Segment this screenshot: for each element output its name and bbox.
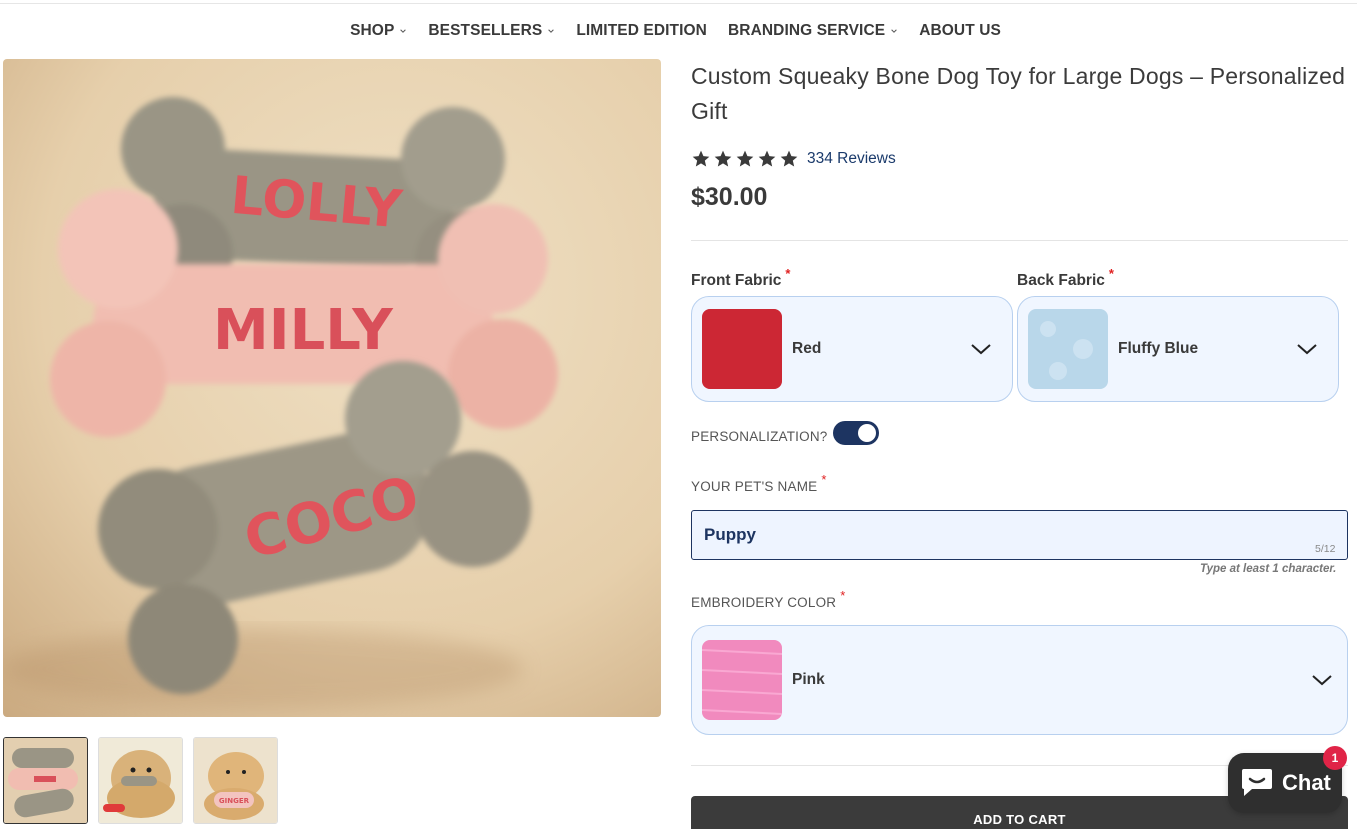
info-divider <box>691 240 1348 241</box>
product-info: Custom Squeaky Bone Dog Toy for Large Do… <box>691 59 1348 212</box>
personalization-label: PERSONALIZATION? <box>691 429 828 444</box>
pink-thread-swatch <box>702 640 782 720</box>
required-mark: * <box>840 588 846 603</box>
chevron-down-icon <box>971 344 991 355</box>
reviews-link[interactable]: 334 Reviews <box>807 150 896 168</box>
chat-bubble-icon <box>1242 769 1272 796</box>
thumbnail-dog-image <box>99 738 182 823</box>
thumbnail-bone-text: GINGER <box>219 797 250 805</box>
red-fabric-swatch <box>702 309 782 389</box>
nav-bestsellers[interactable]: BESTSELLERS <box>428 20 555 42</box>
star-icon <box>736 150 754 167</box>
embroidery-color-label-text: EMBROIDERY COLOR <box>691 595 837 610</box>
fluffy-blue-fabric-swatch <box>1028 309 1108 389</box>
star-icon <box>692 150 710 167</box>
front-fabric-label: Front Fabric * <box>691 266 790 290</box>
required-mark: * <box>821 472 827 487</box>
pet-name-label-text: YOUR PET'S NAME <box>691 479 818 494</box>
chevron-down-icon <box>548 29 555 33</box>
personalization-toggle[interactable] <box>833 421 879 445</box>
embroidery-color-select[interactable]: Pink <box>691 625 1348 735</box>
bone-text-milly: MILLY <box>213 298 394 363</box>
toggle-knob <box>858 424 876 442</box>
nav-about-us-label: ABOUT US <box>919 22 1001 39</box>
nav-about-us[interactable]: ABOUT US <box>919 20 1001 42</box>
nav-branding-service[interactable]: BRANDING SERVICE <box>728 20 898 42</box>
product-rating: 334 Reviews <box>691 149 1348 169</box>
thumbnail-puppy-image: GINGER <box>194 738 277 823</box>
star-icon <box>714 150 732 167</box>
product-main-image[interactable]: LOLLY MILLY COCO <box>3 59 661 717</box>
pet-name-hint: Type at least 1 character. <box>1200 563 1337 575</box>
nav-shop[interactable]: SHOP <box>350 20 407 42</box>
thumbnail-3[interactable]: GINGER <box>193 737 278 824</box>
chevron-down-icon <box>1297 344 1317 355</box>
chat-notification-badge: 1 <box>1323 746 1347 770</box>
pet-name-input[interactable] <box>691 510 1348 560</box>
required-mark: * <box>1108 266 1114 281</box>
embroidery-color-value: Pink <box>792 671 825 688</box>
main-nav: SHOP BESTSELLERS LIMITED EDITION BRANDIN… <box>0 20 1357 42</box>
top-divider <box>0 3 1357 4</box>
thumbnail-1[interactable] <box>3 737 88 824</box>
required-mark: * <box>785 266 791 281</box>
embroidery-color-label: EMBROIDERY COLOR * <box>691 588 846 610</box>
bone-toys-photo: LOLLY MILLY COCO <box>3 59 661 717</box>
chat-label: Chat <box>1282 770 1331 795</box>
front-fabric-value: Red <box>792 340 822 357</box>
chevron-down-icon <box>891 29 897 33</box>
back-fabric-label: Back Fabric * <box>1017 266 1114 290</box>
back-fabric-value: Fluffy Blue <box>1118 340 1199 357</box>
star-icon <box>780 150 798 167</box>
nav-limited-edition-label: LIMITED EDITION <box>576 22 707 39</box>
front-fabric-label-text: Front Fabric <box>691 272 782 289</box>
thumbnail-strip: GINGER <box>3 737 278 824</box>
back-fabric-label-text: Back Fabric <box>1017 272 1105 289</box>
product-price: $30.00 <box>691 183 768 211</box>
thumbnail-2[interactable] <box>98 737 183 824</box>
chevron-down-icon <box>1312 675 1332 686</box>
chevron-down-icon <box>400 29 407 33</box>
nav-limited-edition[interactable]: LIMITED EDITION <box>576 20 707 42</box>
front-fabric-select[interactable]: Red <box>691 296 1013 402</box>
rating-stars <box>691 149 799 169</box>
nav-shop-label: SHOP <box>350 22 395 39</box>
pet-name-label: YOUR PET'S NAME * <box>691 472 827 494</box>
thumbnail-bones-image <box>4 738 87 823</box>
star-icon <box>758 150 776 167</box>
back-fabric-select[interactable]: Fluffy Blue <box>1017 296 1339 402</box>
product-title: Custom Squeaky Bone Dog Toy for Large Do… <box>691 63 1346 124</box>
nav-bestsellers-label: BESTSELLERS <box>428 22 543 39</box>
nav-branding-service-label: BRANDING SERVICE <box>727 22 886 39</box>
pet-name-counter: 5/12 <box>1315 543 1336 555</box>
